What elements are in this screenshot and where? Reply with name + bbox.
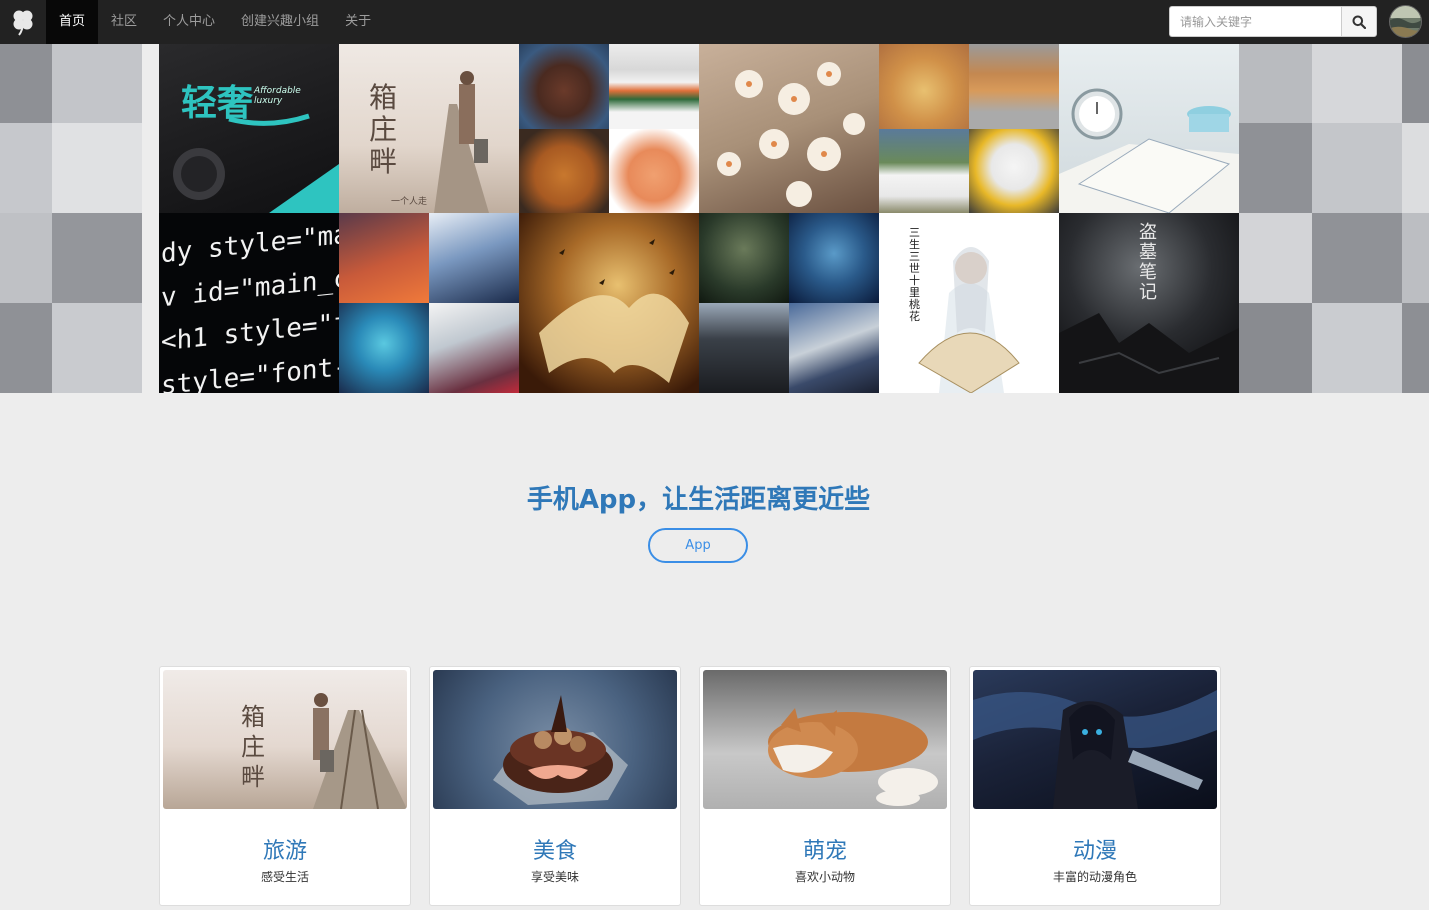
main-nav: 首页 社区 个人中心 创建兴趣小组 关于	[46, 0, 384, 44]
app-button[interactable]: App	[648, 528, 748, 563]
banner-tile-journey-subtitle: 一个人走	[391, 197, 428, 207]
card-title-travel: 旅游	[262, 839, 307, 864]
card-image-travel: 箱 庄 畔	[163, 670, 407, 809]
banner-tile-journey[interactable]: 箱庄畔 一个人走	[339, 44, 519, 213]
card-subtitle-food: 享受美味	[530, 870, 579, 884]
banner-tile-games[interactable]	[699, 213, 879, 393]
svg-text:畔: 畔	[241, 763, 265, 791]
banner-tile-book[interactable]	[519, 213, 699, 393]
banner-tile-pets[interactable]	[879, 44, 1059, 213]
nav-item-home[interactable]: 首页	[46, 0, 99, 44]
avatar[interactable]	[1389, 5, 1422, 38]
card-subtitle-travel: 感受生活	[260, 870, 309, 884]
banner-tile-luxury-title: 轻奢	[181, 82, 254, 124]
card-subtitle-anime: 丰富的动漫角色	[1052, 870, 1137, 884]
card-image-food	[433, 670, 677, 809]
banner-tile-food[interactable]	[519, 44, 699, 213]
nav-item-profile[interactable]: 个人中心	[150, 0, 228, 44]
banner-tile-code[interactable]: dy style="margi v id="main_conte <h1 sty…	[159, 213, 339, 393]
banner-tile-journey-title: 箱庄畔	[369, 81, 398, 178]
card-image-pets	[703, 670, 947, 809]
svg-text:庄: 庄	[241, 733, 265, 761]
hero-banner: 轻奢 Affordable luxury 箱庄畔 一个人走 dy style="…	[0, 44, 1429, 393]
search-input[interactable]	[1169, 6, 1341, 37]
banner-tile-anime[interactable]	[339, 213, 519, 393]
banner-tile-tomb[interactable]: 盗墓笔记	[1059, 213, 1239, 393]
search-icon	[1352, 15, 1366, 29]
banner-tile-luxury[interactable]: 轻奢 Affordable luxury	[159, 44, 339, 213]
card-subtitle-pets: 喜欢小动物	[794, 870, 855, 884]
banner-tile-flowers[interactable]	[699, 44, 879, 213]
card-title-anime: 动漫	[1072, 839, 1117, 864]
nav-item-community[interactable]: 社区	[98, 0, 150, 44]
promo-title: 手机App，让生活距离更近些	[526, 485, 871, 515]
card-image-anime	[973, 670, 1217, 809]
banner-tile-drama[interactable]: 三生三世 十里桃花	[879, 213, 1059, 393]
svg-text:箱: 箱	[241, 703, 265, 731]
banner-tile-reading[interactable]	[1059, 44, 1239, 213]
category-card-anime[interactable]: 动漫 丰富的动漫角色	[969, 666, 1221, 906]
banner-tile-tomb-title: 盗墓笔记	[1139, 222, 1157, 303]
search-button[interactable]	[1341, 6, 1377, 37]
nav-item-create-group[interactable]: 创建兴趣小组	[228, 0, 332, 44]
category-card-pets[interactable]: 萌宠 喜欢小动物	[699, 666, 951, 906]
banner-tile-drama-title: 三生三世 十里桃花	[909, 226, 920, 323]
nav-item-about[interactable]: 关于	[332, 0, 384, 44]
clover-logo-icon[interactable]	[0, 0, 46, 44]
banner-tile-luxury-subtitle: Affordable luxury	[254, 86, 301, 106]
card-title-pets: 萌宠	[802, 839, 847, 864]
card-title-food: 美食	[532, 839, 577, 864]
search-form	[1169, 6, 1377, 37]
category-card-food[interactable]: 美食 享受美味	[429, 666, 681, 906]
photo-mosaic: 轻奢 Affordable luxury 箱庄畔 一个人走 dy style="…	[159, 44, 1239, 393]
banner-tile-code-text: dy style="margi v id="main_conte <h1 sty…	[161, 214, 339, 393]
category-card-travel[interactable]: 箱 庄 畔 旅游 感受生活	[159, 666, 411, 906]
navbar: 首页 社区 个人中心 创建兴趣小组 关于	[0, 0, 1429, 44]
